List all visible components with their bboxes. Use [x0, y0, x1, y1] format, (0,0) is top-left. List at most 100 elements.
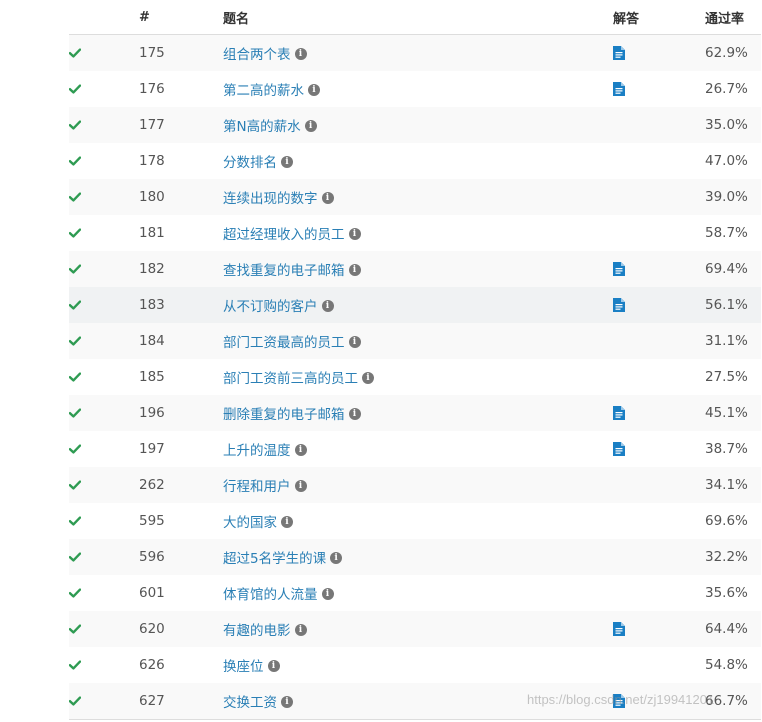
- problem-title-link[interactable]: 连续出现的数字: [223, 191, 318, 207]
- info-icon[interactable]: i: [294, 480, 307, 492]
- table-row[interactable]: 262 行程和用户 i 34.1%: [69, 467, 761, 503]
- problem-title-link[interactable]: 第N高的薪水: [223, 119, 301, 135]
- document-icon[interactable]: [613, 46, 625, 60]
- table-row[interactable]: 596 超过5名学生的课 i 32.2%: [69, 539, 761, 575]
- solution-cell: [613, 539, 705, 575]
- info-icon[interactable]: i: [267, 660, 280, 672]
- problem-id: 178: [139, 143, 223, 179]
- solution-cell: [613, 431, 705, 467]
- problem-title-link[interactable]: 换座位: [223, 659, 264, 675]
- problem-title-link[interactable]: 行程和用户: [223, 479, 291, 495]
- info-icon[interactable]: i: [362, 372, 374, 384]
- table-row[interactable]: 601 体育馆的人流量 i 35.6%: [69, 575, 761, 611]
- problem-title-link[interactable]: 上升的温度: [223, 443, 291, 459]
- solution-cell: [613, 287, 705, 323]
- document-icon[interactable]: [613, 406, 625, 420]
- acceptance-rate: 69.6%: [705, 503, 761, 539]
- table-row[interactable]: 595 大的国家 i 69.6%: [69, 503, 761, 539]
- solution-cell: [613, 107, 705, 143]
- table-row[interactable]: 176 第二高的薪水 i 26.7%: [69, 71, 761, 107]
- check-icon: [69, 444, 81, 454]
- table-row[interactable]: 185 部门工资前三高的员工 i 27.5%: [69, 359, 761, 395]
- check-icon: [69, 372, 81, 382]
- info-icon[interactable]: i: [304, 120, 317, 132]
- info-icon[interactable]: i: [321, 192, 334, 204]
- header-rate[interactable]: 通过率: [705, 0, 761, 35]
- table-row[interactable]: 175 组合两个表 i 62.9%: [69, 34, 761, 71]
- table-row[interactable]: 626 换座位 i 54.8%: [69, 647, 761, 683]
- acceptance-rate: 34.1%: [705, 467, 761, 503]
- problem-title-link[interactable]: 分数排名: [223, 155, 277, 171]
- info-icon[interactable]: i: [348, 336, 361, 348]
- status-cell: [69, 215, 139, 251]
- header-status: [69, 0, 139, 35]
- problem-title-link[interactable]: 从不订购的客户: [223, 299, 318, 315]
- title-cell: 超过经理收入的员工 i: [223, 215, 613, 251]
- title-cell: 部门工资最高的员工 i: [223, 323, 613, 359]
- acceptance-rate: 31.1%: [705, 323, 761, 359]
- document-icon[interactable]: [613, 298, 625, 312]
- table-row[interactable]: 183 从不订购的客户 i 56.1%: [69, 287, 761, 323]
- acceptance-rate: 47.0%: [705, 143, 761, 179]
- header-solution[interactable]: 解答: [613, 0, 705, 35]
- info-icon[interactable]: i: [348, 228, 361, 240]
- solution-cell: [613, 467, 705, 503]
- problem-title-link[interactable]: 删除重复的电子邮箱: [223, 407, 345, 423]
- document-icon[interactable]: [613, 442, 625, 456]
- table-row[interactable]: 182 查找重复的电子邮箱 i 69.4%: [69, 251, 761, 287]
- table-row[interactable]: 620 有趣的电影 i 64.4%: [69, 611, 761, 647]
- problem-title-link[interactable]: 部门工资最高的员工: [223, 335, 345, 351]
- acceptance-rate: 64.4%: [705, 611, 761, 647]
- problem-title-link[interactable]: 有趣的电影: [223, 623, 291, 639]
- title-cell: 连续出现的数字 i: [223, 179, 613, 215]
- header-id[interactable]: #: [139, 0, 223, 35]
- problem-title-link[interactable]: 第二高的薪水: [223, 83, 304, 99]
- info-icon[interactable]: i: [321, 588, 334, 600]
- table-row[interactable]: 180 连续出现的数字 i 39.0%: [69, 179, 761, 215]
- status-cell: [69, 143, 139, 179]
- problem-title-link[interactable]: 体育馆的人流量: [223, 587, 318, 603]
- problem-title-link[interactable]: 组合两个表: [223, 47, 291, 63]
- info-icon[interactable]: i: [348, 264, 361, 276]
- solution-cell: [613, 251, 705, 287]
- status-cell: [69, 71, 139, 107]
- solution-cell: [613, 503, 705, 539]
- problem-title-link[interactable]: 超过5名学生的课: [223, 551, 326, 567]
- problem-title-link[interactable]: 超过经理收入的员工: [223, 227, 345, 243]
- table-row[interactable]: 177 第N高的薪水 i 35.0%: [69, 107, 761, 143]
- info-icon[interactable]: i: [281, 156, 293, 168]
- table-row[interactable]: 181 超过经理收入的员工 i 58.7%: [69, 215, 761, 251]
- problem-title-link[interactable]: 交换工资: [223, 695, 277, 711]
- info-icon[interactable]: i: [330, 552, 343, 564]
- problem-id: 175: [139, 34, 223, 71]
- problem-title-link[interactable]: 查找重复的电子邮箱: [223, 263, 345, 279]
- info-icon[interactable]: i: [294, 444, 307, 456]
- problem-title-link[interactable]: 部门工资前三高的员工: [223, 371, 358, 387]
- status-cell: [69, 575, 139, 611]
- problem-id: 596: [139, 539, 223, 575]
- solution-cell: [613, 323, 705, 359]
- document-icon[interactable]: [613, 262, 625, 276]
- document-icon[interactable]: [613, 82, 625, 96]
- document-icon[interactable]: [613, 622, 625, 636]
- table-row[interactable]: 178 分数排名 i 47.0%: [69, 143, 761, 179]
- problem-id: 627: [139, 683, 223, 720]
- info-icon[interactable]: i: [294, 624, 307, 636]
- table-row[interactable]: 196 删除重复的电子邮箱 i 45.1%: [69, 395, 761, 431]
- info-icon[interactable]: i: [281, 516, 293, 528]
- info-icon[interactable]: i: [321, 300, 334, 312]
- table-row[interactable]: 184 部门工资最高的员工 i 31.1%: [69, 323, 761, 359]
- header-title[interactable]: 题名: [223, 0, 613, 35]
- info-icon[interactable]: i: [281, 696, 293, 708]
- document-icon[interactable]: [613, 694, 625, 708]
- info-icon[interactable]: i: [308, 84, 320, 96]
- title-cell: 从不订购的客户 i: [223, 287, 613, 323]
- check-icon: [69, 156, 81, 166]
- table-row[interactable]: 197 上升的温度 i 38.7%: [69, 431, 761, 467]
- check-icon: [69, 588, 81, 598]
- problem-title-link[interactable]: 大的国家: [223, 515, 277, 531]
- acceptance-rate: 26.7%: [705, 71, 761, 107]
- info-icon[interactable]: i: [294, 48, 307, 60]
- table-row[interactable]: 627 交换工资 i 66.7%: [69, 683, 761, 720]
- info-icon[interactable]: i: [348, 408, 361, 420]
